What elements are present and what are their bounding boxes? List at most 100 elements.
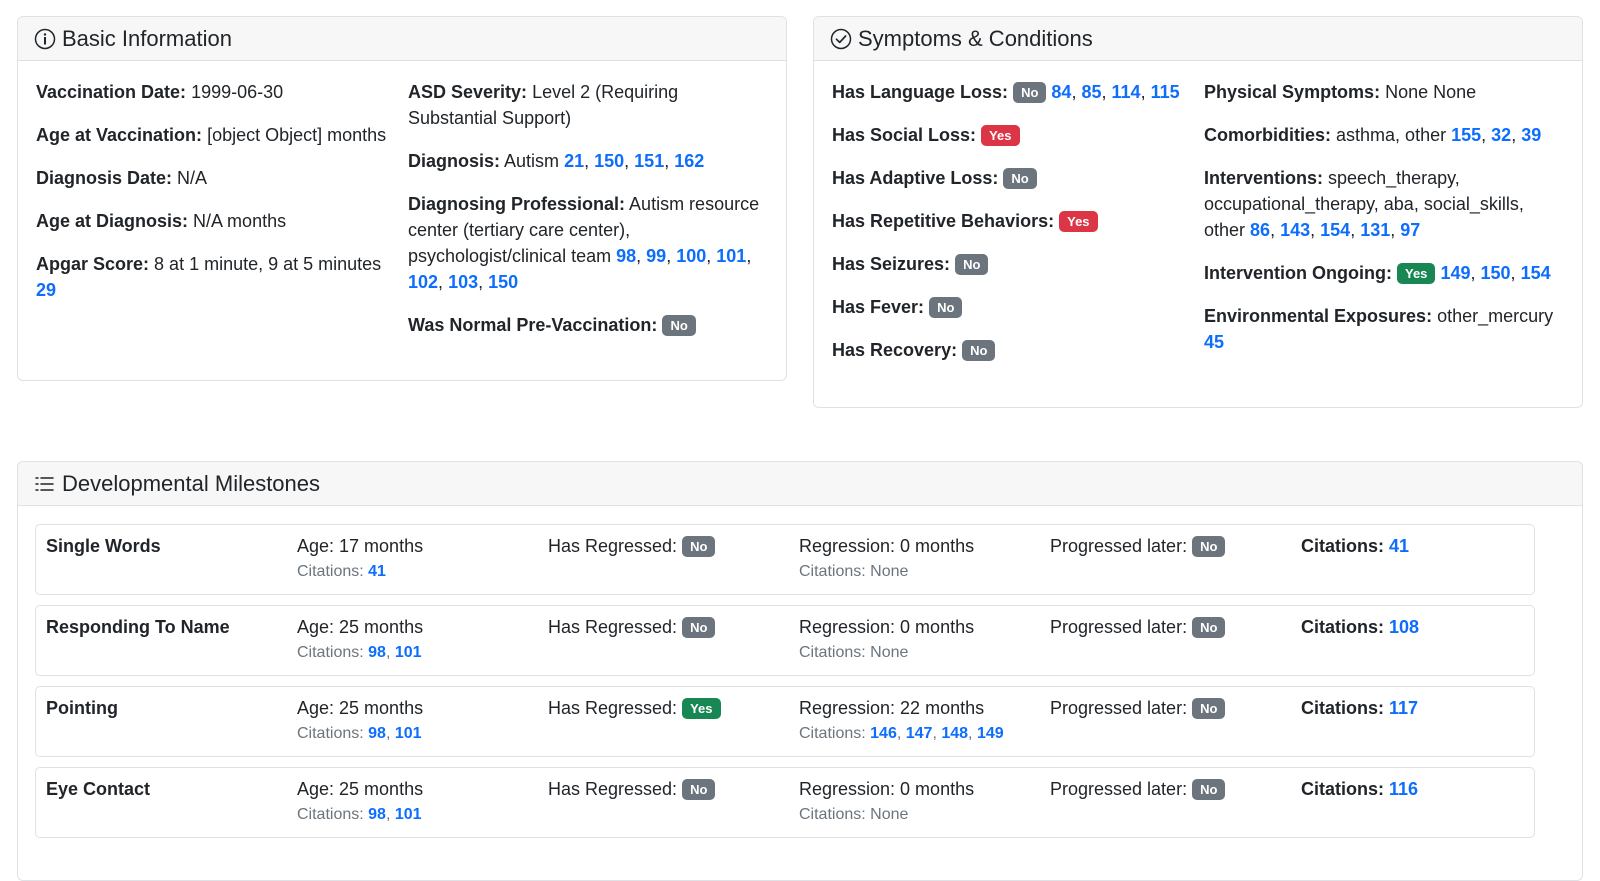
citation-link[interactable]: 101 [716, 246, 746, 266]
citation-link[interactable]: 98 [368, 644, 386, 661]
milestone-regression-citations: 146, 147, 148, 149 [870, 725, 1004, 742]
citation-link[interactable]: 39 [1521, 125, 1541, 145]
milestone-age-citations: 41 [368, 563, 386, 580]
milestone-citations: 116 [1389, 779, 1418, 799]
milestone-name: Pointing [46, 698, 118, 718]
citation-link[interactable]: 150 [594, 151, 624, 171]
apgar-score-value: 8 at 1 minute, 9 at 5 minutes [154, 254, 382, 274]
citation-link[interactable]: 117 [1389, 698, 1418, 718]
citation-link[interactable]: 146 [870, 725, 897, 742]
milestone-age-citations-label: Citations: [297, 644, 364, 661]
citation-link[interactable]: 154 [1521, 263, 1551, 283]
apgar-score-field: Apgar Score: 8 at 1 minute, 9 at 5 minut… [36, 251, 388, 303]
citation-link[interactable]: 100 [676, 246, 706, 266]
social-loss-label: Has Social Loss: [832, 125, 977, 145]
vaccination-date-field: Vaccination Date: 1999-06-30 [36, 79, 388, 105]
milestone-regression-citations-label: Citations: None [799, 563, 909, 580]
milestone-row: Eye Contact Age: 25 months Citations: 98, … [35, 767, 1535, 838]
citation-link[interactable]: 151 [634, 151, 664, 171]
recovery-label: Has Recovery: [832, 340, 958, 360]
citation-link[interactable]: 143 [1280, 220, 1310, 240]
citation-link[interactable]: 29 [36, 280, 56, 300]
milestone-citations-label: Citations: [1301, 617, 1384, 637]
citation-link[interactable]: 102 [408, 272, 438, 292]
citation-link[interactable]: 150 [1481, 263, 1511, 283]
citation-link[interactable]: 149 [1440, 263, 1470, 283]
citation-link[interactable]: 131 [1360, 220, 1390, 240]
citation-link[interactable]: 45 [1204, 332, 1224, 352]
milestone-row: Responding To Name Age: 25 months Citation… [35, 605, 1535, 676]
milestone-regression: Regression: 0 months [799, 617, 975, 637]
citation-link[interactable]: 99 [646, 246, 666, 266]
recovery-badge: No [962, 340, 996, 361]
language-loss-citations: 84, 85, 114, 115 [1051, 82, 1180, 102]
citation-link[interactable]: 32 [1491, 125, 1511, 145]
fever-field: Has Fever: No [832, 294, 1194, 320]
age-at-diagnosis-field: Age at Diagnosis: N/A months [36, 208, 388, 234]
diagnosing-professional-field: Diagnosing Professional: Autism resource… [408, 191, 770, 295]
citation-link[interactable]: 97 [1400, 220, 1420, 240]
developmental-milestones-header: Developmental Milestones [18, 462, 1582, 506]
milestone-age: Age: 17 months [297, 536, 424, 556]
citation-link[interactable]: 116 [1389, 779, 1418, 799]
milestone-progressed-badge: No [1192, 536, 1226, 557]
milestone-age-citations: 98, 101 [368, 725, 422, 742]
repetitive-behaviors-label: Has Repetitive Behaviors: [832, 211, 1055, 231]
milestone-regressed-label: Has Regressed: [548, 536, 678, 556]
citation-link[interactable]: 98 [616, 246, 636, 266]
symptoms-conditions-card: Symptoms & Conditions Has Language Loss:… [813, 16, 1583, 408]
developmental-milestones-card: Developmental Milestones Single Words Age… [17, 461, 1583, 881]
basic-information-card: Basic Information Vaccination Date: 1999… [17, 16, 787, 381]
milestone-age-citations-label: Citations: [297, 563, 364, 580]
citation-link[interactable]: 147 [906, 725, 933, 742]
citation-link[interactable]: 86 [1250, 220, 1270, 240]
repetitive-behaviors-field: Has Repetitive Behaviors: Yes [832, 208, 1194, 234]
citation-link[interactable]: 114 [1112, 82, 1141, 102]
language-loss-badge: No [1013, 82, 1047, 103]
age-at-vaccination-value: [object Object] [207, 125, 323, 145]
citation-link[interactable]: 85 [1081, 82, 1101, 102]
citation-link[interactable]: 108 [1389, 617, 1419, 637]
citation-link[interactable]: 148 [941, 725, 968, 742]
citation-link[interactable]: 98 [368, 806, 386, 823]
age-at-diagnosis-value: N/A months [193, 211, 287, 231]
milestone-progressed-label: Progressed later: [1050, 536, 1188, 556]
recovery-field: Has Recovery: No [832, 337, 1194, 363]
citation-link[interactable]: 150 [488, 272, 518, 292]
citation-link[interactable]: 101 [395, 806, 422, 823]
milestone-progressed-badge: No [1192, 698, 1226, 719]
adaptive-loss-field: Has Adaptive Loss: No [832, 165, 1194, 191]
citation-link[interactable]: 154 [1320, 220, 1350, 240]
milestone-name: Eye Contact [46, 779, 151, 799]
normal-pre-vaccination-badge: No [662, 315, 696, 336]
environmental-exposures-field: Environmental Exposures: other_mercury 4… [1204, 303, 1566, 355]
intervention-ongoing-label: Intervention Ongoing: [1204, 263, 1392, 283]
comorbidities-field: Comorbidities: asthma, other 155, 32, 39 [1204, 122, 1566, 148]
physical-symptoms-field: Physical Symptoms: None None [1204, 79, 1566, 105]
citation-link[interactable]: 155 [1451, 125, 1481, 145]
citation-link[interactable]: 115 [1151, 82, 1180, 102]
citation-link[interactable]: 84 [1051, 82, 1071, 102]
citation-link[interactable]: 101 [395, 644, 422, 661]
milestone-name: Responding To Name [46, 617, 230, 637]
intervention-ongoing-citations: 149, 150, 154 [1440, 263, 1551, 283]
citation-link[interactable]: 21 [564, 151, 584, 171]
citation-link[interactable]: 101 [395, 725, 422, 742]
citation-link[interactable]: 162 [674, 151, 704, 171]
citation-link[interactable]: 149 [977, 725, 1004, 742]
social-loss-field: Has Social Loss: Yes [832, 122, 1194, 148]
citation-link[interactable]: 98 [368, 725, 386, 742]
normal-pre-vaccination-field: Was Normal Pre-Vaccination: No [408, 312, 770, 338]
milestone-age-citations: 98, 101 [368, 644, 422, 661]
citation-link[interactable]: 103 [448, 272, 478, 292]
milestone-citations-label: Citations: [1301, 779, 1384, 799]
milestone-age-citations-line: Citations: 98, 101 [297, 643, 423, 663]
symptoms-right-column: Physical Symptoms: None None Comorbiditi… [1204, 79, 1566, 372]
diagnosis-date-label: Diagnosis Date: [36, 168, 173, 188]
milestone-regressed-badge: No [682, 779, 716, 800]
milestone-age-citations: 98, 101 [368, 806, 422, 823]
milestone-age-citations-label: Citations: [297, 725, 364, 742]
citation-link[interactable]: 41 [1389, 536, 1409, 556]
citation-link[interactable]: 41 [368, 563, 386, 580]
diagnosis-date-value: N/A [177, 168, 208, 188]
